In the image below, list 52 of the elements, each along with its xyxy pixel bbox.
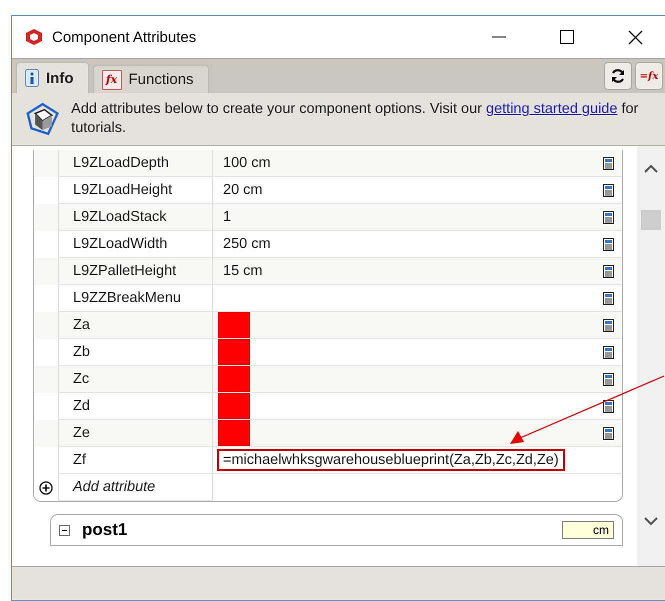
function-icon: fx xyxy=(102,70,122,90)
calculator-icon[interactable] xyxy=(602,318,614,332)
banner-text: Add attributes below to create your component options. Visit our getting started guide for tutorials. xyxy=(71,100,640,138)
calculator-icon[interactable] xyxy=(602,346,614,358)
formula-button[interactable]: =fx xyxy=(635,62,663,90)
tab[interactable]: Info xyxy=(16,62,88,93)
attribute-value[interactable]: 15 cm xyxy=(217,260,268,282)
attribute-name: L9ZLoadStack xyxy=(59,204,213,231)
minimize-icon[interactable] xyxy=(492,36,506,38)
attribute-name: Za xyxy=(59,312,213,339)
calculator-icon[interactable] xyxy=(602,264,614,278)
attribute-name: L9ZLoadWidth xyxy=(59,231,213,258)
close-icon[interactable] xyxy=(628,30,642,44)
attribute-name: Zf xyxy=(59,447,213,474)
info-icon xyxy=(25,69,39,87)
refresh-button[interactable] xyxy=(604,62,632,90)
attribute-name: L9ZZBreakMenu xyxy=(59,285,213,312)
calculator-icon[interactable] xyxy=(602,210,614,224)
attribute-value[interactable]: 100 cm xyxy=(217,152,277,174)
chevron-up-icon xyxy=(643,164,659,174)
attribute-name: L9ZLoadHeight xyxy=(59,177,213,204)
getting-started-link[interactable]: getting started guide xyxy=(486,101,618,117)
attribute-name: L9ZLoadDepth xyxy=(59,150,213,177)
calculator-icon[interactable] xyxy=(602,292,614,304)
calculator-icon[interactable] xyxy=(602,372,614,386)
attribute-value[interactable]: 1 xyxy=(217,206,238,228)
attribute-value[interactable]: 20 cm xyxy=(217,179,268,201)
calculator-icon[interactable] xyxy=(602,238,614,250)
attribute-name: L9ZPalletHeight xyxy=(59,258,213,285)
tab[interactable]: fx Functions xyxy=(92,65,209,93)
attribute-value[interactable]: =michaelwhksgwarehouseblueprint(Za,Zb,Zc,Zd,Ze) xyxy=(217,449,565,471)
attribute-value[interactable]: 250 cm xyxy=(217,233,277,255)
app-logo-icon xyxy=(24,28,44,46)
chevron-down-icon xyxy=(643,516,659,526)
calculator-icon[interactable] xyxy=(602,426,614,440)
unit-field[interactable]: cm xyxy=(562,521,614,539)
section-title: post1 xyxy=(82,520,128,540)
collapse-icon[interactable] xyxy=(59,524,70,536)
window-title: Component Attributes xyxy=(52,28,198,46)
calculator-icon[interactable] xyxy=(602,400,614,412)
attribute-name: Ze xyxy=(59,420,213,447)
calculator-icon[interactable] xyxy=(602,156,614,170)
refresh-icon xyxy=(610,68,626,84)
maximize-icon[interactable] xyxy=(560,30,574,44)
attribute-name: Zd xyxy=(59,393,213,420)
scrollbar-thumb[interactable] xyxy=(641,210,661,230)
attribute-name: Zc xyxy=(59,366,213,393)
scrollbar[interactable] xyxy=(637,146,665,566)
calculator-icon[interactable] xyxy=(602,184,614,196)
add-attribute-link[interactable]: Add attribute xyxy=(59,474,213,501)
attribute-name: Zb xyxy=(59,339,213,366)
add-icon[interactable] xyxy=(39,480,53,494)
